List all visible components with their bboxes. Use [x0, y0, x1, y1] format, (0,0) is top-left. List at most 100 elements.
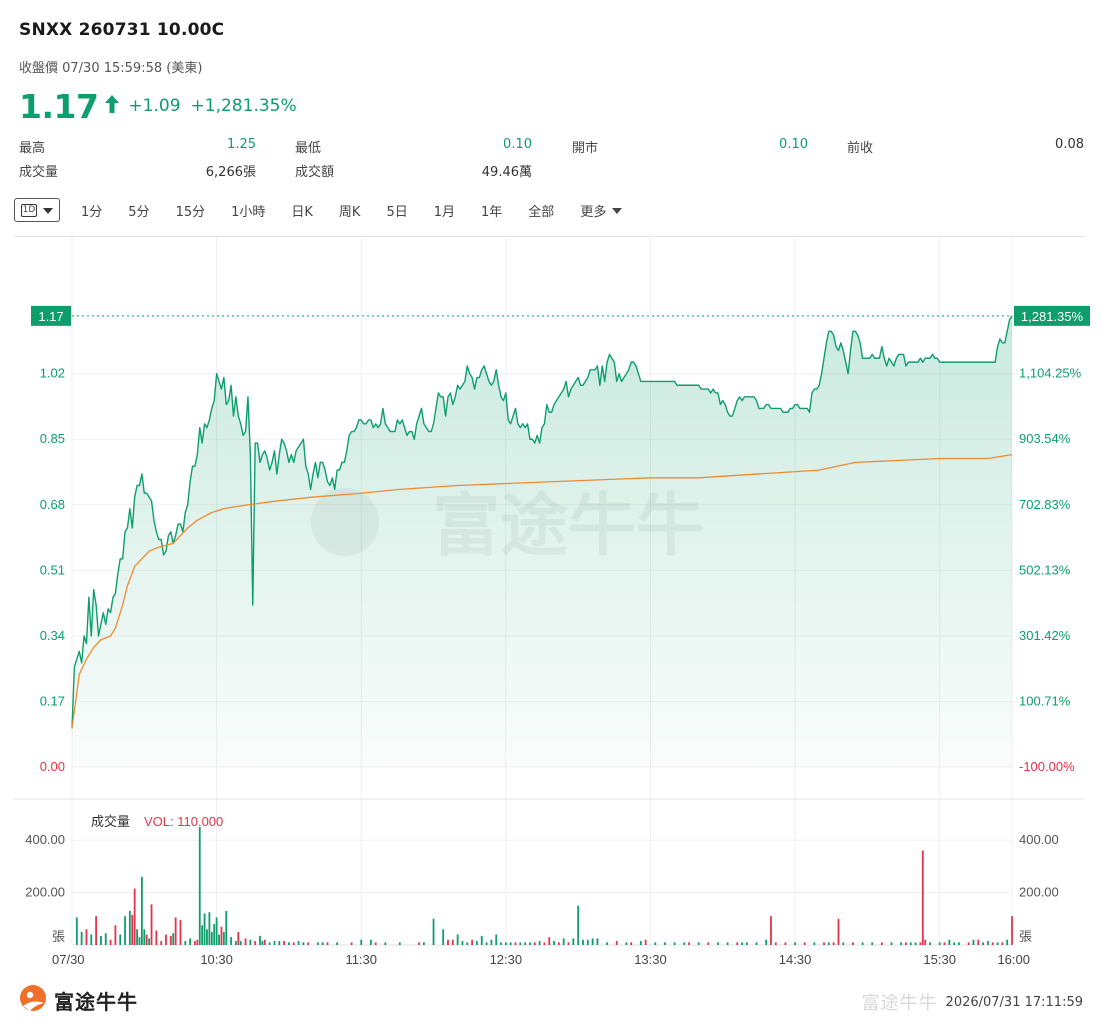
percent-tick-label: 702.83%: [1019, 497, 1071, 512]
price-tick-label: 0.34: [40, 628, 65, 643]
volume-bar: [986, 941, 989, 945]
volume-bar: [967, 942, 970, 945]
volume-tick-label: 400.00: [25, 832, 65, 847]
period-selector[interactable]: 1D: [14, 198, 60, 222]
price-tick-label: 1.02: [40, 366, 65, 381]
volume-bar: [504, 942, 507, 945]
price-change: +1.09: [128, 96, 181, 116]
tab-weekly-k[interactable]: 周K: [326, 201, 374, 220]
time-axis-labels: 07/30 10:30 11:30 12:30 13:30 14:30 15:30 16:00: [52, 952, 1030, 967]
stat-value-volume: 6,266張: [205, 165, 256, 180]
period-toolbar: 1D 1分 5分 15分 1小時 日K 周K 5日 1月 1年 全部 更多: [14, 196, 635, 224]
volume-bar: [586, 939, 589, 945]
price-tick-label: 0.00: [40, 759, 65, 774]
volume-bar: [500, 942, 502, 945]
volume-bar: [138, 937, 141, 945]
volume-bar: [664, 942, 666, 945]
tab-1min[interactable]: 1分: [68, 201, 115, 220]
volume-bar: [432, 918, 435, 945]
time-tick-label: 07/30: [52, 952, 85, 967]
tab-all[interactable]: 全部: [515, 201, 567, 220]
volume-bar: [673, 942, 676, 945]
volume-bar: [572, 938, 575, 945]
volume-bar: [189, 938, 192, 945]
tab-1month[interactable]: 1月: [421, 201, 468, 220]
stat-value-high: 1.25: [227, 137, 256, 152]
tab-15min[interactable]: 15分: [163, 201, 219, 220]
volume-bar: [148, 938, 151, 945]
volume-bar: [495, 934, 498, 945]
last-price-tag-label: 1.17: [38, 309, 63, 324]
volume-bar: [553, 941, 555, 945]
volume-bar: [350, 942, 353, 945]
time-tick-label: 10:30: [200, 952, 233, 967]
volume-bar: [150, 904, 153, 945]
volume-bar: [548, 937, 551, 945]
volume-bar: [461, 941, 464, 945]
volume-bar: [509, 942, 512, 945]
volume-bar: [263, 939, 266, 945]
volume-bar: [774, 942, 777, 945]
volume-bar: [842, 942, 845, 945]
volume-bar: [297, 941, 300, 945]
volume-bar: [697, 942, 700, 945]
volume-bar: [100, 935, 102, 945]
time-tick-label: 15:30: [923, 952, 956, 967]
volume-bar: [717, 942, 719, 945]
tab-1year[interactable]: 1年: [468, 201, 515, 220]
caret-down-icon: [612, 203, 623, 218]
volume-bar: [688, 942, 690, 945]
volume-bar: [977, 939, 980, 945]
volume-bar: [288, 942, 290, 945]
page-title: SNXX 260731 10.00C: [19, 20, 225, 40]
volume-bar: [119, 934, 122, 945]
stat-label-high: 最高: [19, 141, 46, 156]
last-price: 1.17: [19, 86, 99, 126]
volume-bar: [890, 942, 893, 945]
volume-bar: [210, 931, 213, 945]
volume-bar: [519, 942, 522, 945]
volume-bar: [268, 942, 271, 945]
percent-tick-label: -100.00%: [1019, 759, 1075, 774]
volume-bar: [480, 935, 483, 945]
volume-bar: [784, 942, 787, 945]
futu-logo-icon: [18, 984, 48, 1016]
volume-bar: [562, 938, 565, 945]
footer-stamp: 富途牛牛 2026/07/31 17:11:59: [862, 989, 1083, 1015]
volume-bar: [794, 942, 796, 945]
volume-bar: [143, 929, 146, 945]
volume-indicator: VOL: 110.000: [144, 814, 223, 829]
volume-chart: 成交量 VOL: 110.000 張 張 200.00 200.00 400.00 400.0…: [25, 814, 1059, 946]
volume-bar: [249, 939, 252, 945]
volume-bar: [90, 934, 93, 945]
more-label: 更多: [580, 204, 607, 220]
more-menu-button[interactable]: 更多: [567, 201, 635, 220]
tab-5day[interactable]: 5日: [373, 201, 420, 220]
volume-bar: [837, 918, 840, 945]
tab-5min[interactable]: 5分: [115, 201, 162, 220]
volume-bar: [244, 938, 247, 945]
volume-bar: [196, 939, 199, 945]
volume-tick-label-right: 400.00: [1019, 832, 1059, 847]
volume-bar: [336, 942, 339, 945]
volume-bar: [374, 942, 377, 945]
volume-bar: [466, 942, 469, 945]
volume-bar: [124, 916, 126, 945]
volume-bar: [948, 939, 951, 945]
volume-bar: [755, 942, 758, 945]
time-tick-label: 14:30: [779, 952, 812, 967]
volume-bar: [625, 942, 628, 945]
volume-bar: [736, 942, 739, 945]
volume-bar: [919, 942, 922, 945]
volume-tick-label: 200.00: [25, 885, 65, 900]
intraday-chart[interactable]: 富途牛牛 0.00-100.00%0.17100.71%0.34301.42%0…: [0, 237, 1103, 977]
tab-daily-k[interactable]: 日K: [278, 201, 326, 220]
percent-tick-label: 301.42%: [1019, 628, 1071, 643]
volume-bar: [222, 931, 225, 945]
volume-bar: [529, 942, 531, 945]
percent-tick-label: 502.13%: [1019, 562, 1071, 577]
volume-bar: [914, 942, 917, 945]
tab-1hour[interactable]: 1小時: [218, 201, 278, 220]
volume-bar: [823, 942, 825, 945]
volume-bar: [316, 942, 319, 945]
